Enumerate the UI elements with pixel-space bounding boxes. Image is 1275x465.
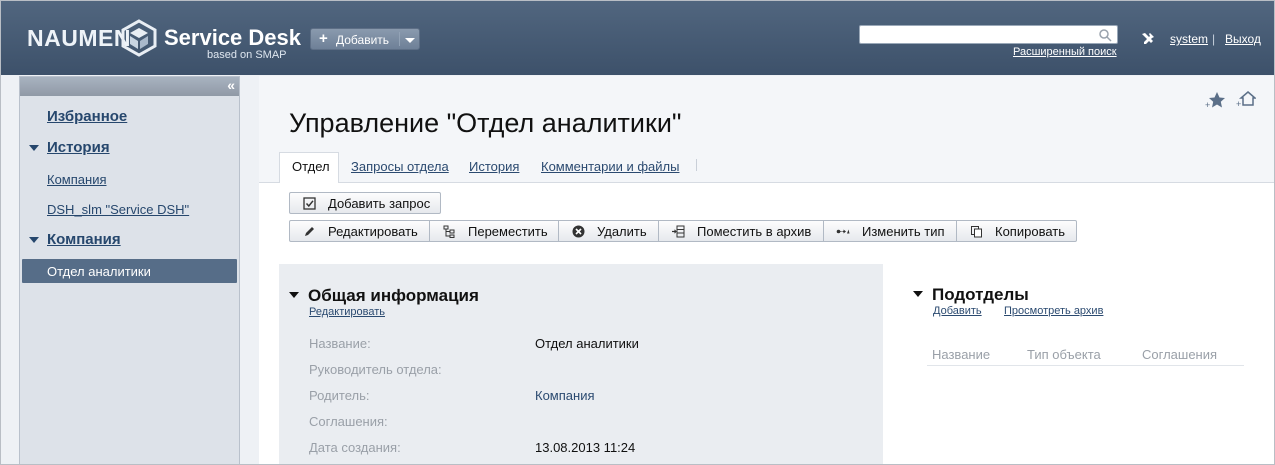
general-info-title: Общая информация	[308, 286, 479, 305]
page-title: Управление "Отдел аналитики"	[289, 108, 682, 138]
tab-content: Добавить запрос Редактировать Переместит…	[259, 183, 1274, 464]
logo-tagline: based on SMAP	[207, 49, 287, 61]
sidebar-item-analytics-dept[interactable]: Отдел аналитики	[22, 259, 237, 283]
add-request-button[interactable]: Добавить запрос	[289, 192, 441, 214]
general-info-header[interactable]: Общая информация	[289, 286, 479, 306]
chevron-down-icon[interactable]	[405, 38, 415, 43]
tab-comments-files[interactable]: Комментарии и файлы	[541, 159, 679, 174]
tabs-end-separator	[696, 159, 697, 171]
header-separator: |	[1212, 32, 1216, 46]
change-type-button-label: Изменить тип	[862, 224, 945, 239]
user-link[interactable]: system	[1170, 32, 1208, 46]
logo-cube-icon	[121, 19, 157, 57]
search-icon[interactable]	[1098, 28, 1112, 42]
subdivisions-header[interactable]: Подотделы	[913, 285, 1029, 305]
collapse-icon[interactable]: «	[227, 77, 235, 93]
subdivisions-title: Подотделы	[932, 285, 1029, 304]
general-info-panel: Общая информация Редактировать Название:…	[279, 264, 883, 464]
general-info-edit-link[interactable]: Редактировать	[309, 306, 385, 318]
tab-department[interactable]: Отдел	[279, 152, 339, 183]
logout-link[interactable]: Выход	[1225, 32, 1261, 46]
move-button-label: Переместить	[468, 224, 548, 239]
subdivisions-add-link[interactable]: Добавить	[933, 305, 982, 317]
sidebar-item-favorites[interactable]: Избранное	[47, 108, 127, 125]
sidebar-group-company[interactable]: Компания	[29, 231, 121, 248]
add-button-label: Добавить	[336, 33, 390, 47]
change-type-button[interactable]: Изменить тип	[823, 220, 957, 242]
pencil-icon	[305, 227, 314, 236]
column-header[interactable]: Название	[932, 347, 990, 362]
main-panel: + + Управление "Отдел аналитики" Отдел З…	[259, 76, 1274, 464]
logo-brand: NAUMEN	[27, 25, 131, 51]
copy-icon	[971, 226, 982, 238]
prop-value-parent-link[interactable]: Компания	[535, 388, 595, 403]
sidebar-group-history-title: История	[47, 139, 110, 156]
app-window: NAUMEN Service Desk based on SMAP + Доба…	[0, 0, 1275, 465]
tab-history[interactable]: История	[469, 159, 519, 174]
add-button[interactable]: + Добавить	[310, 28, 420, 50]
svg-text:+: +	[1236, 99, 1241, 108]
search-box	[859, 25, 1118, 44]
expand-triangle-icon	[29, 237, 39, 244]
prop-value-created: 13.08.2013 11:24	[535, 440, 636, 455]
search-input[interactable]	[862, 27, 1092, 42]
subdivisions-archive-link[interactable]: Просмотреть архив	[1004, 305, 1103, 317]
plus-icon: +	[319, 30, 328, 47]
edit-button[interactable]: Редактировать	[289, 220, 430, 242]
tools-icon[interactable]	[1140, 31, 1156, 47]
prop-label-name: Название:	[309, 336, 371, 351]
top-header: NAUMEN Service Desk based on SMAP + Доба…	[1, 1, 1274, 75]
sidebar-item-history-dsh[interactable]: DSH_slm "Service DSH"	[47, 202, 189, 217]
delete-icon	[572, 225, 585, 238]
move-icon	[443, 225, 455, 238]
prop-label-created: Дата создания:	[309, 440, 401, 455]
delete-button-label: Удалить	[597, 224, 647, 239]
expand-triangle-icon	[29, 145, 39, 152]
edit-button-label: Редактировать	[328, 224, 418, 239]
action-toolbar: Редактировать Переместить Удалить Помест…	[289, 220, 1077, 242]
svg-text:+: +	[1205, 100, 1210, 109]
sidebar-group-company-title: Компания	[47, 231, 121, 248]
logo-product: Service Desk	[164, 25, 301, 50]
add-home-icon[interactable]: +	[1236, 90, 1256, 108]
tab-label: Отдел	[292, 159, 330, 174]
sidebar-item-label: Отдел аналитики	[47, 264, 151, 279]
copy-button-label: Копировать	[995, 224, 1065, 239]
subdivisions-table-header: Название Тип объекта Соглашения	[927, 345, 1244, 366]
archive-button-label: Поместить в архив	[697, 224, 812, 239]
prop-label-parent: Родитель:	[309, 388, 370, 403]
move-button[interactable]: Переместить	[429, 220, 559, 242]
change-type-icon	[836, 229, 850, 234]
prop-value-name: Отдел аналитики	[535, 336, 639, 351]
advanced-search-link[interactable]: Расширенный поиск	[1013, 46, 1117, 58]
prop-label-head: Руководитель отдела:	[309, 362, 442, 377]
archive-button[interactable]: Поместить в архив	[658, 220, 824, 242]
checkbox-icon	[303, 197, 316, 210]
sidebar-topbar: «	[20, 77, 239, 96]
collapse-triangle-icon	[913, 290, 923, 297]
delete-button[interactable]: Удалить	[558, 220, 659, 242]
tab-requests[interactable]: Запросы отдела	[351, 159, 449, 174]
sidebar: « Избранное История Компания DSH_slm "Se…	[19, 76, 240, 464]
copy-button[interactable]: Копировать	[956, 220, 1077, 242]
collapse-triangle-icon	[289, 291, 299, 298]
sidebar-item-history-company[interactable]: Компания	[47, 172, 107, 187]
column-header[interactable]: Соглашения	[1142, 347, 1217, 362]
archive-icon	[672, 225, 685, 238]
add-button-divider	[399, 32, 400, 46]
prop-label-agreements: Соглашения:	[309, 414, 388, 429]
column-header[interactable]: Тип объекта	[1027, 347, 1101, 362]
add-favorite-icon[interactable]: +	[1205, 91, 1225, 109]
sidebar-group-history[interactable]: История	[29, 139, 110, 156]
add-request-label: Добавить запрос	[328, 196, 431, 211]
